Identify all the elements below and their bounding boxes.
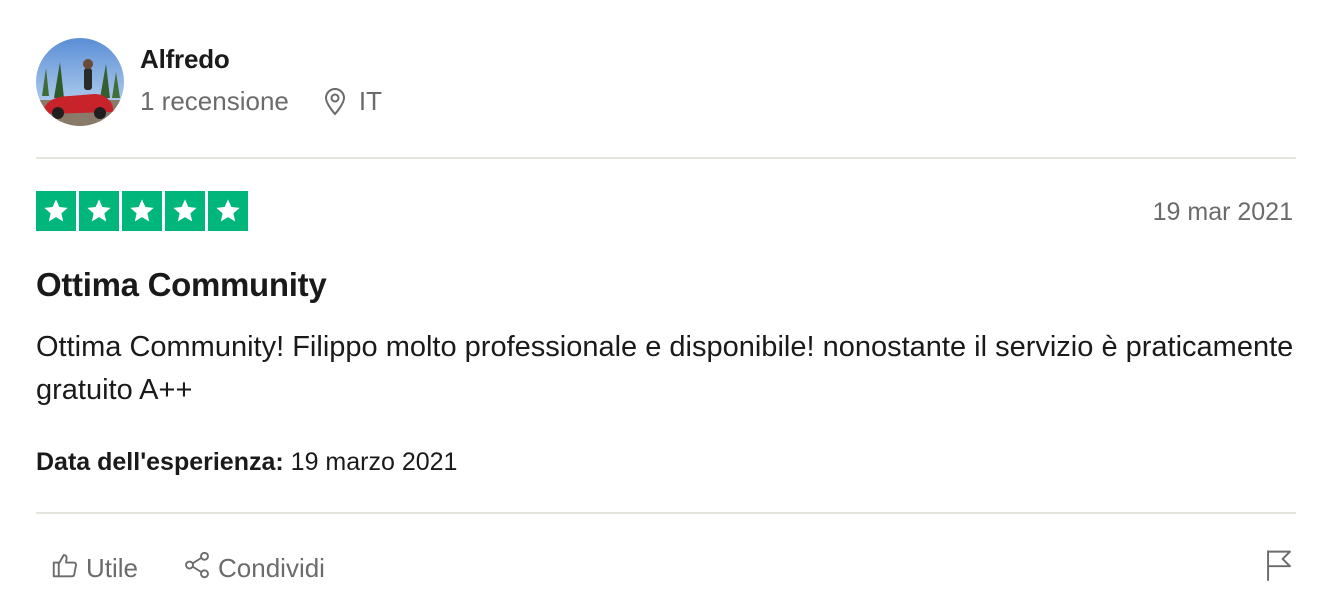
reviewer-meta: 1 recensione IT <box>140 86 382 117</box>
useful-button[interactable]: Utile <box>50 550 138 587</box>
star-icon <box>36 191 76 231</box>
report-flag-button[interactable] <box>1264 548 1294 587</box>
star-rating <box>36 191 248 231</box>
share-button[interactable]: Condividi <box>182 550 325 587</box>
review-actions: Utile Condividi <box>50 550 325 587</box>
reviewer-name[interactable]: Alfredo <box>140 44 230 75</box>
star-icon <box>79 191 119 231</box>
experience-label: Data dell'esperienza: <box>36 448 284 476</box>
thumbs-up-icon <box>50 550 80 587</box>
divider <box>36 512 1296 514</box>
review-title: Ottima Community <box>36 266 327 303</box>
review-body: Ottima Community! Filippo molto professi… <box>36 331 1294 406</box>
experience-date: 19 marzo 2021 <box>290 448 458 476</box>
star-icon <box>165 191 205 231</box>
divider <box>36 157 1296 159</box>
share-icon <box>182 550 212 587</box>
location-pin-icon <box>323 87 347 116</box>
star-icon <box>208 191 248 231</box>
reviewer-country: IT <box>358 86 382 116</box>
experience-date-row: Data dell'esperienza: 19 marzo 2021 <box>36 448 457 477</box>
share-label: Condividi <box>218 553 325 583</box>
star-icon <box>122 191 162 231</box>
review-date: 19 mar 2021 <box>1152 198 1293 226</box>
useful-label: Utile <box>86 553 139 583</box>
reviews-count: 1 recensione <box>140 86 289 116</box>
flag-icon <box>1264 550 1294 586</box>
reviewer-avatar[interactable] <box>36 38 124 126</box>
